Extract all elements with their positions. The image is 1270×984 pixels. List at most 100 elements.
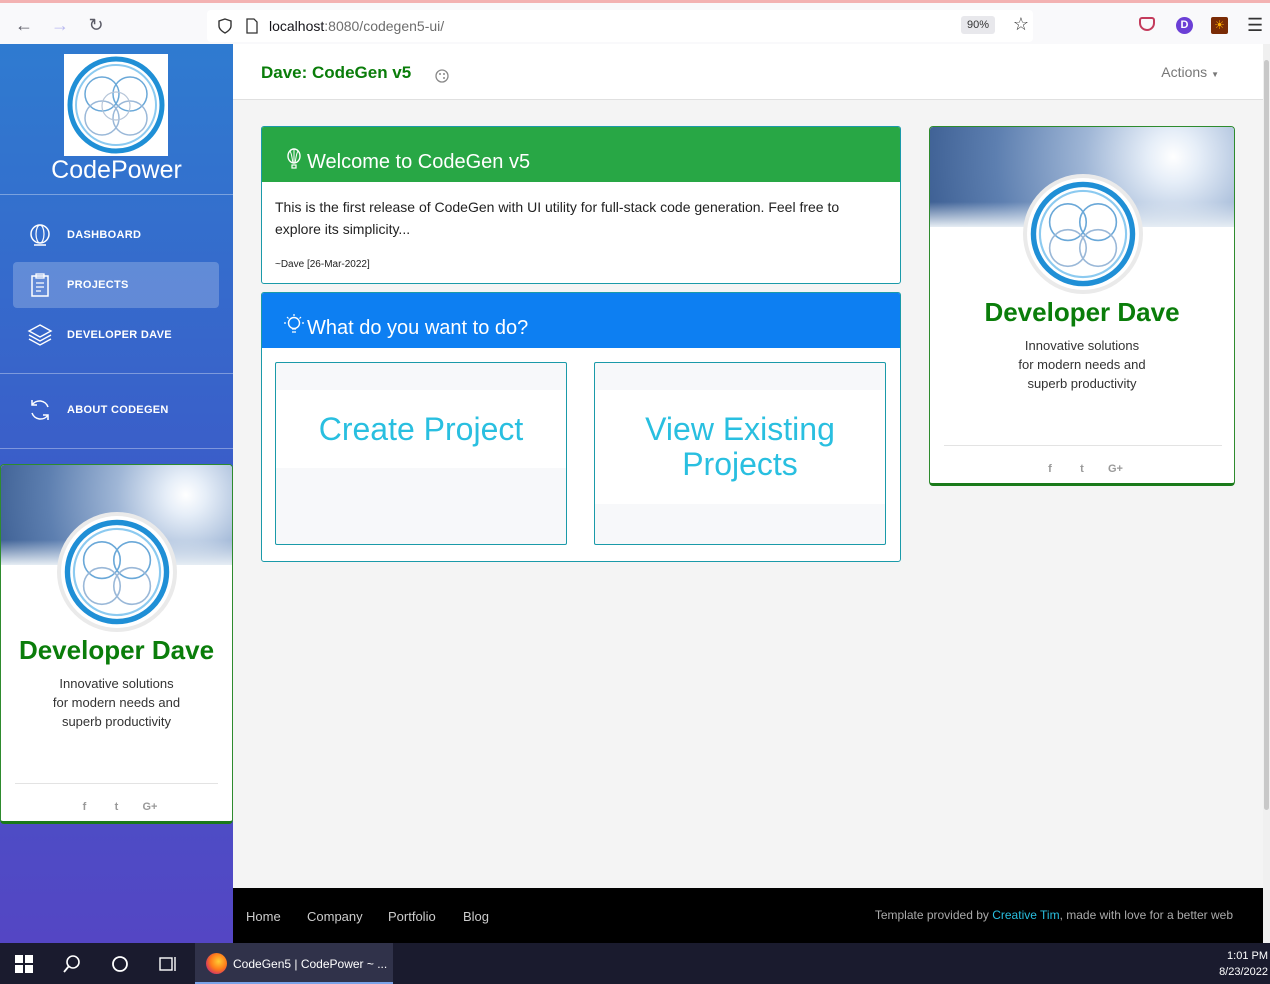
card-divider	[15, 783, 218, 784]
profile-desc-line: Innovative solutions	[1024, 338, 1140, 353]
credit-suffix: , made with love for a better web	[1059, 908, 1233, 922]
pocket-icon[interactable]	[1139, 17, 1155, 31]
sidebar-item-label: DEVELOPER DAVE	[67, 329, 172, 341]
menu-icon[interactable]: ☰	[1247, 15, 1263, 36]
profile-avatar[interactable]: D	[1176, 17, 1193, 34]
clock-date: 8/23/2022	[1219, 966, 1268, 978]
sidebar-item-label: ABOUT CODEGEN	[67, 404, 169, 416]
view-projects-label: View Existing Projects	[595, 412, 885, 482]
google-plus-icon[interactable]: G+	[143, 801, 158, 813]
layers-icon	[27, 324, 53, 346]
sidebar-item-developer-dave[interactable]: DEVELOPER DAVE	[13, 312, 219, 358]
back-icon[interactable]: ←	[12, 13, 36, 37]
logo	[64, 54, 168, 156]
refresh-icon	[31, 400, 49, 420]
balloon-icon	[287, 148, 301, 169]
logo-rings-icon	[1030, 181, 1136, 287]
task-view-icon[interactable]	[158, 954, 178, 974]
welcome-text: This is the first release of CodeGen wit…	[275, 199, 840, 237]
sidebar-item-label: PROJECTS	[67, 279, 129, 291]
clock-time: 1:01 PM	[1227, 950, 1268, 962]
top-navbar: Dave: CodeGen v5 Actions ▼	[233, 44, 1263, 100]
globe-icon	[30, 224, 50, 246]
credit-prefix: Template provided by	[874, 908, 993, 922]
card-divider	[944, 445, 1222, 446]
actions-dropdown[interactable]: Actions ▼	[1161, 64, 1219, 80]
url-text: localhost:8080/codegen5-ui/	[269, 18, 445, 34]
footer-link-home[interactable]: Home	[246, 909, 281, 924]
profile-desc-line: superb productivity	[61, 714, 172, 729]
facebook-icon[interactable]: f	[79, 801, 91, 813]
sidebar-divider	[0, 373, 233, 374]
windows-start-icon[interactable]	[15, 955, 33, 973]
create-project-button[interactable]: Create Project	[275, 362, 567, 545]
star-icon[interactable]: ☆	[1013, 14, 1029, 35]
welcome-card-header: Welcome to CodeGen v5	[262, 127, 900, 182]
footer-link-blog[interactable]: Blog	[463, 909, 489, 924]
footer-link-portfolio[interactable]: Portfolio	[388, 909, 436, 924]
brand-name: CodePower	[51, 156, 182, 184]
sidebar-item-label: DASHBOARD	[67, 229, 142, 241]
welcome-signature: ~Dave [26-Mar-2022]	[275, 259, 370, 270]
scrollbar-thumb[interactable]	[1264, 60, 1269, 810]
footer-credit: Template provided by Creative Tim, made …	[875, 908, 1233, 922]
avatar	[1027, 178, 1139, 290]
cortana-icon[interactable]	[110, 954, 130, 974]
extension-icon[interactable]: ☀	[1211, 17, 1228, 34]
main-profile-card: Developer Dave Innovative solutions for …	[929, 126, 1235, 486]
social-links: f t G+	[930, 459, 1234, 477]
facebook-icon[interactable]: f	[1044, 463, 1056, 475]
reload-icon[interactable]: ↻	[84, 13, 108, 37]
shield-icon	[218, 18, 232, 34]
profile-desc-line: Innovative solutions	[59, 676, 174, 691]
sidebar-profile-card: Developer Dave Innovative solutions for …	[0, 464, 233, 824]
sidebar: CodePower DASHBOARD PROJECTS DEVELOPER D…	[0, 44, 233, 943]
page-title: Dave: CodeGen v5	[261, 63, 412, 82]
address-bar[interactable]: localhost:8080/codegen5-ui/ 90% ☆	[207, 10, 1033, 42]
taskbar-app-label: CodeGen5 | CodePower ~ ...	[233, 957, 388, 971]
footer-link-company[interactable]: Company	[307, 909, 363, 924]
sidebar-item-dashboard[interactable]: DASHBOARD	[13, 212, 219, 258]
profile-description: Innovative solutions for modern needs an…	[1, 674, 232, 731]
sidebar-divider	[0, 194, 233, 195]
forward-icon[interactable]: →	[48, 13, 72, 37]
caret-down-icon: ▼	[1211, 70, 1219, 79]
taskbar: CodeGen5 | CodePower ~ ... 1:01 PM 8/23/…	[0, 943, 1270, 984]
firefox-icon	[206, 953, 227, 974]
create-project-label: Create Project	[318, 411, 524, 447]
profile-desc-line: for modern needs and	[52, 695, 181, 710]
taskbar-clock[interactable]: 1:01 PM 8/23/2022	[1219, 948, 1268, 980]
clipboard-icon	[31, 273, 49, 297]
todo-card-header: What do you want to do?	[262, 293, 900, 348]
palette-icon[interactable]	[435, 69, 449, 83]
twitter-icon[interactable]: t	[1076, 463, 1088, 475]
todo-card: What do you want to do? Create Project V…	[261, 292, 901, 562]
welcome-title: Welcome to CodeGen v5	[307, 151, 531, 173]
page-icon	[246, 18, 258, 34]
welcome-card: Welcome to CodeGen v5 This is the first …	[261, 126, 901, 284]
creative-tim-link[interactable]: Creative Tim	[992, 908, 1059, 922]
sidebar-item-projects[interactable]: PROJECTS	[13, 262, 219, 308]
taskbar-firefox-app[interactable]: CodeGen5 | CodePower ~ ...	[195, 943, 393, 984]
lightbulb-icon	[284, 314, 304, 333]
avatar	[61, 516, 173, 628]
sidebar-item-about-codegen[interactable]: ABOUT CODEGEN	[13, 387, 219, 433]
profile-description: Innovative solutions for modern needs an…	[930, 336, 1234, 393]
profile-name: Developer Dave	[984, 297, 1180, 327]
view-projects-line: View Existing	[645, 411, 835, 447]
browser-toolbar: ← → ↻ localhost:8080/codegen5-ui/ 90% ☆ …	[0, 0, 1270, 44]
profile-desc-line: superb productivity	[1027, 376, 1137, 391]
zoom-badge[interactable]: 90%	[960, 16, 995, 34]
actions-label: Actions	[1161, 64, 1208, 80]
google-plus-icon[interactable]: G+	[1108, 463, 1123, 475]
view-projects-line: Projects	[682, 446, 798, 482]
profile-desc-line: for modern needs and	[1018, 357, 1146, 372]
logo-rings-icon	[64, 519, 170, 625]
todo-title: What do you want to do?	[307, 317, 529, 339]
search-icon[interactable]	[62, 954, 82, 974]
logo-rings-icon	[67, 56, 165, 154]
twitter-icon[interactable]: t	[111, 801, 123, 813]
view-projects-button[interactable]: View Existing Projects	[594, 362, 886, 545]
sidebar-divider	[0, 448, 233, 449]
profile-name: Developer Dave	[18, 635, 215, 665]
